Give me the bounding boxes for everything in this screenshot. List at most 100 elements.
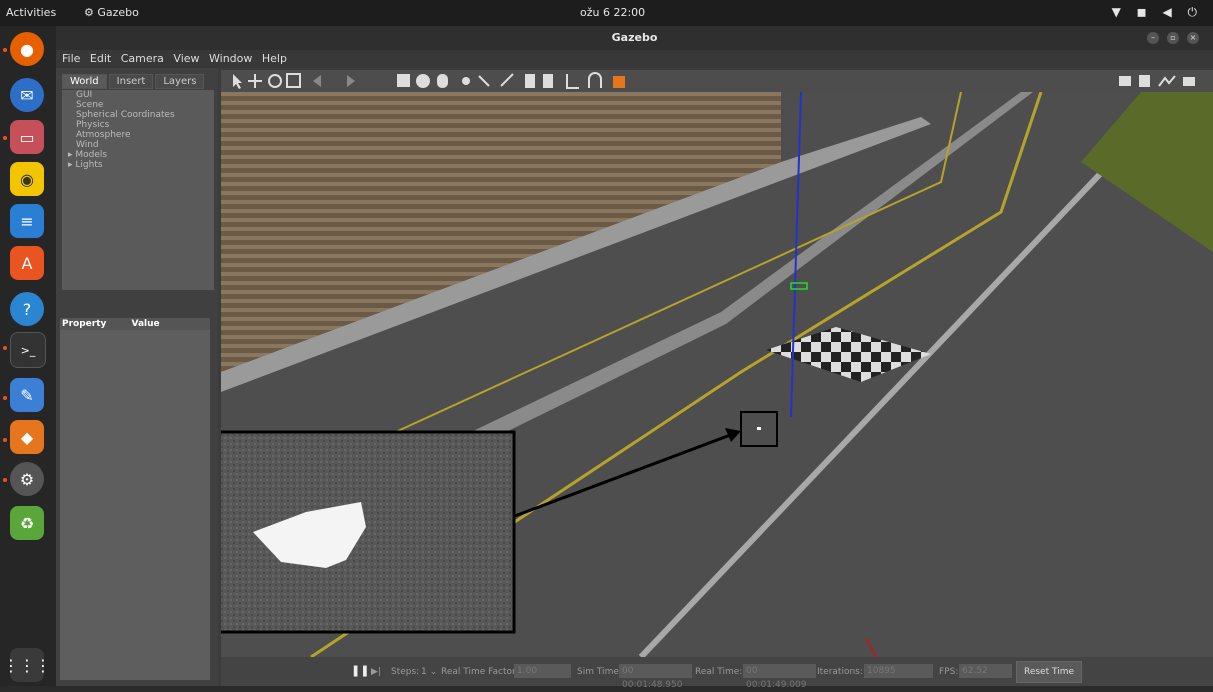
point-light-icon[interactable]: [462, 77, 470, 85]
log-icon[interactable]: [1139, 75, 1150, 87]
directional-light-icon[interactable]: [500, 73, 514, 87]
show-apps-icon[interactable]: ⋮⋮⋮: [3, 648, 51, 682]
trash-icon[interactable]: ♻: [10, 506, 44, 540]
panel-tabs: World Insert Layers: [62, 74, 206, 90]
screenshot-icon[interactable]: [1119, 76, 1131, 86]
robot-model-small[interactable]: [757, 427, 761, 430]
rotate-mode-icon[interactable]: [268, 74, 282, 88]
sim-time-value: 00 00:01:48.950: [619, 664, 692, 690]
step-icon[interactable]: ▶|: [371, 667, 381, 677]
menu-window[interactable]: Window: [209, 52, 252, 65]
system-top-bar: Activities ⚙ Gazebo ožu 6 22:00 ▼ ◼ ◀ ⏻: [0, 0, 1213, 26]
running-indicator: [3, 346, 7, 350]
rtf-label: Real Time Factor:: [441, 667, 519, 677]
close-icon[interactable]: ×: [1187, 32, 1199, 44]
box-shape-icon[interactable]: [397, 74, 410, 87]
tree-item-wind[interactable]: Wind: [62, 140, 214, 150]
running-indicator: [3, 396, 7, 400]
expand-arrow-icon[interactable]: ▸: [68, 160, 73, 170]
firefox-icon[interactable]: ●: [10, 32, 44, 66]
property-column: Property: [62, 319, 107, 329]
pause-icon[interactable]: ❚❚: [351, 664, 369, 677]
property-list: [60, 330, 210, 680]
dock: ● ✉ ▭ ◉ ≡ A ? >_ ✎ ◆ ⚙ ♻ ⋮⋮⋮: [0, 26, 56, 686]
maximize-icon[interactable]: ▫: [1167, 32, 1179, 44]
tree-item-models-label: Models: [75, 150, 108, 160]
tree-item-gui[interactable]: GUI: [62, 90, 214, 100]
property-header: Property Value: [60, 318, 210, 330]
tree-item-physics[interactable]: Physics: [62, 120, 214, 130]
gazebo-icon[interactable]: ◆: [10, 420, 44, 454]
activities-button[interactable]: Activities: [6, 6, 56, 19]
undo-icon[interactable]: [313, 75, 321, 87]
snap-icon[interactable]: [588, 72, 602, 88]
steps-label: Steps:: [391, 667, 420, 677]
copy-icon[interactable]: [525, 74, 535, 88]
toolbar: [221, 70, 1213, 92]
status-bar: ❚❚ ▶| Steps: 1 ⌄ Real Time Factor: 1.00 …: [221, 657, 1213, 690]
clock[interactable]: ožu 6 22:00: [580, 6, 645, 19]
menu-edit[interactable]: Edit: [90, 52, 111, 65]
video-record-icon[interactable]: [1183, 77, 1195, 86]
tree-item-lights-label: Lights: [75, 160, 103, 170]
tree-item-scene[interactable]: Scene: [62, 100, 214, 110]
paste-icon[interactable]: [543, 74, 553, 88]
scene-viewport[interactable]: [221, 92, 1213, 657]
steps-value[interactable]: 1 ⌄: [421, 667, 437, 677]
select-mode-icon[interactable]: [233, 74, 242, 89]
window-title: Gazebo: [611, 31, 658, 44]
files-icon[interactable]: ▭: [10, 120, 44, 154]
value-column: Value: [131, 319, 160, 329]
running-indicator: [3, 478, 7, 482]
plot-icon[interactable]: [1158, 75, 1176, 87]
focused-app-label[interactable]: ⚙ Gazebo: [84, 6, 139, 19]
real-time-value: 00 00:01:49.009: [743, 664, 816, 690]
expand-arrow-icon[interactable]: ▸: [68, 150, 73, 160]
window-titlebar[interactable]: Gazebo – ▫ ×: [56, 26, 1213, 50]
rhythmbox-icon[interactable]: ◉: [10, 162, 44, 196]
running-indicator: [3, 438, 7, 442]
scene-render[interactable]: [221, 92, 1213, 657]
thunderbird-icon[interactable]: ✉: [10, 78, 44, 112]
world-tree: GUI Scene Spherical Coordinates Physics …: [62, 90, 214, 290]
tab-insert[interactable]: Insert: [108, 74, 154, 89]
running-indicator: [3, 136, 7, 140]
spot-light-icon[interactable]: [478, 75, 490, 87]
fps-label: FPS:: [939, 667, 959, 677]
help-icon[interactable]: ?: [10, 292, 44, 326]
gazebo-window: Gazebo – ▫ × File Edit Camera View Windo…: [56, 26, 1213, 690]
system-tray[interactable]: ▼ ◼ ◀ ⏻: [1112, 5, 1203, 20]
scale-mode-icon[interactable]: [286, 73, 301, 88]
tab-layers[interactable]: Layers: [155, 74, 205, 89]
rtf-value: 1.00: [514, 664, 571, 678]
tree-item-models[interactable]: ▸ Models: [62, 150, 214, 160]
cylinder-shape-icon[interactable]: [437, 74, 448, 88]
menu-file[interactable]: File: [62, 52, 80, 65]
text-editor-icon[interactable]: ✎: [10, 378, 44, 412]
minimize-icon[interactable]: –: [1147, 32, 1159, 44]
change-view-icon[interactable]: [613, 76, 625, 88]
iterations-label: Iterations:: [817, 667, 863, 677]
tree-item-atmosphere[interactable]: Atmosphere: [62, 130, 214, 140]
terminal-icon[interactable]: >_: [10, 332, 46, 368]
reset-time-button[interactable]: Reset Time: [1016, 661, 1082, 683]
align-icon[interactable]: [566, 74, 579, 89]
writer-icon[interactable]: ≡: [10, 204, 44, 238]
menu-view[interactable]: View: [173, 52, 199, 65]
tree-item-lights[interactable]: ▸ Lights: [62, 160, 214, 170]
sphere-shape-icon[interactable]: [416, 74, 430, 88]
redo-icon[interactable]: [347, 75, 355, 87]
left-panel: World Insert Layers GUI Scene Spherical Co…: [56, 68, 218, 686]
settings-icon[interactable]: ⚙: [10, 462, 44, 496]
sim-time-label: Sim Time:: [577, 667, 622, 677]
focused-app-name: Gazebo: [97, 6, 139, 19]
fps-value: 62.52: [959, 664, 1012, 678]
translate-mode-icon[interactable]: [248, 74, 262, 88]
menu-camera[interactable]: Camera: [121, 52, 164, 65]
menu-help[interactable]: Help: [262, 52, 287, 65]
tree-item-spherical-coordinates[interactable]: Spherical Coordinates: [62, 110, 214, 120]
steps-value-number: 1: [421, 667, 427, 677]
tab-world[interactable]: World: [62, 74, 107, 89]
real-time-label: Real Time:: [695, 667, 743, 677]
software-center-icon[interactable]: A: [10, 246, 44, 280]
